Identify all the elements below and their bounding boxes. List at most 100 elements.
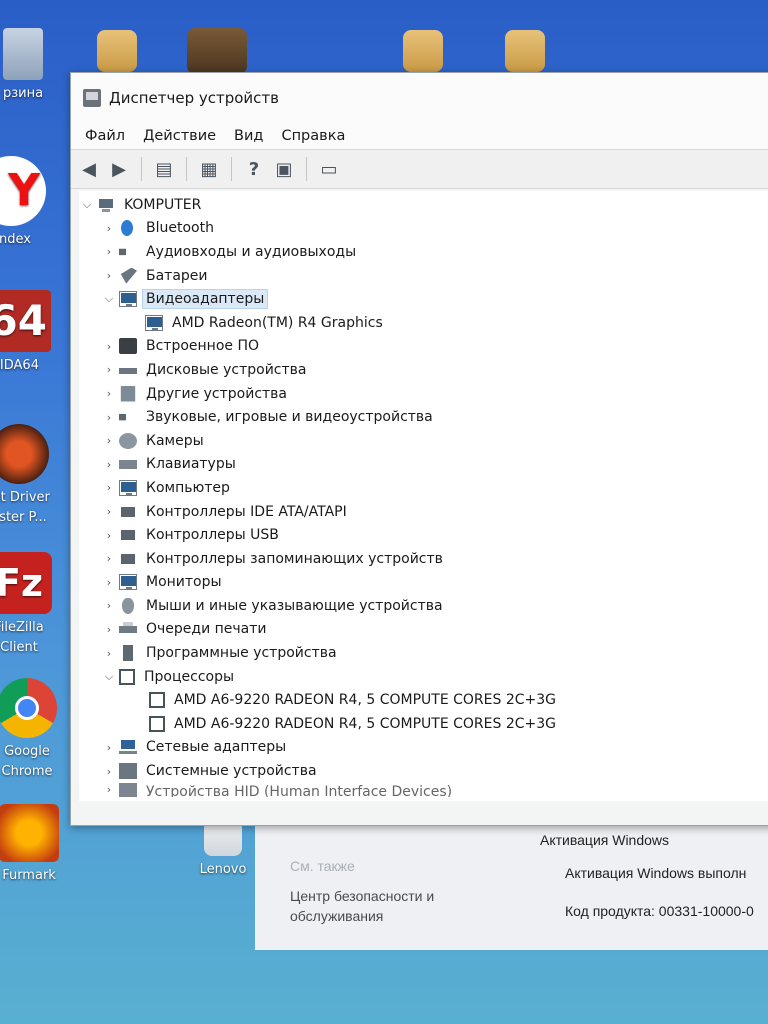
tree-item-label: Батареи xyxy=(146,267,208,284)
tree-item-system-devices[interactable]: › Системные устройства xyxy=(79,759,768,783)
chevron-right-icon[interactable]: › xyxy=(101,363,117,376)
chevron-right-icon[interactable]: › xyxy=(101,599,117,612)
tree-item-processors[interactable]: ⌵ Процессоры xyxy=(79,665,768,689)
tree-item-label: Встроенное ПО xyxy=(146,338,260,355)
device-manager-window: Диспетчер устройств Файл Действие Вид Сп… xyxy=(70,72,768,826)
desktop-icon-chrome[interactable]: Google Chrome xyxy=(0,678,64,782)
tree-item-label: Контроллеры USB xyxy=(146,527,279,544)
chevron-right-icon[interactable]: › xyxy=(101,623,117,636)
tree-item-software-devices[interactable]: › Программные устройства xyxy=(79,641,768,665)
tree-item-mice[interactable]: › Мыши и иные указывающие устройства xyxy=(79,594,768,618)
help-icon[interactable]: ? xyxy=(242,157,266,181)
tree-device-cpu-2[interactable]: AMD A6-9220 RADEON R4, 5 COMPUTE CORES 2… xyxy=(79,712,768,736)
chrome-icon xyxy=(0,678,57,738)
chevron-right-icon[interactable]: › xyxy=(101,387,117,400)
tree-item-cameras[interactable]: › Камеры xyxy=(79,429,768,453)
tree-item-label: Сетевые адаптеры xyxy=(146,739,287,756)
menu-view[interactable]: Вид xyxy=(234,128,263,144)
desktop-icon-driver-booster[interactable]: Bit Driver oster P... xyxy=(0,424,56,528)
tree-item-label: Камеры xyxy=(146,432,204,449)
desktop-icon-recycle-bin[interactable]: рзина xyxy=(0,28,60,104)
tree-item-audio-io[interactable]: › Аудиовходы и аудиовыходы xyxy=(79,240,768,264)
aida64-icon: 64 xyxy=(0,290,51,352)
back-arrow-icon[interactable]: ◀ xyxy=(77,157,101,181)
tree-item-label: AMD A6-9220 RADEON R4, 5 COMPUTE CORES 2… xyxy=(174,692,556,709)
chevron-right-icon[interactable]: › xyxy=(101,529,117,542)
desktop-icon-filezilla[interactable]: Fz FileZilla Client xyxy=(0,552,56,658)
tree-item-network-adapters[interactable]: › Сетевые адаптеры xyxy=(79,736,768,760)
scan-hardware-icon[interactable]: ▭ xyxy=(317,157,341,181)
desktop-icon-folder-1[interactable] xyxy=(80,30,154,76)
chevron-right-icon[interactable]: › xyxy=(101,411,117,424)
desktop-icon-archive[interactable] xyxy=(180,28,254,78)
tree-item-label: Устройства HID (Human Interface Devices) xyxy=(146,783,453,797)
chevron-right-icon[interactable]: › xyxy=(101,576,117,589)
menu-help[interactable]: Справка xyxy=(281,128,345,144)
desktop-icon-lenovo[interactable]: Lenovo xyxy=(186,820,260,880)
chevron-right-icon[interactable]: › xyxy=(101,434,117,447)
properties-icon[interactable]: ▤ xyxy=(152,157,176,181)
archive-icon xyxy=(187,28,247,74)
toolbar: ◀ ▶ ▤ ▦ ? ▣ ▭ xyxy=(71,149,768,189)
chevron-right-icon[interactable]: › xyxy=(101,458,117,471)
tree-device-cpu-1[interactable]: AMD A6-9220 RADEON R4, 5 COMPUTE CORES 2… xyxy=(79,688,768,712)
tree-item-label: Процессоры xyxy=(144,668,235,685)
security-center-link-1[interactable]: Центр безопасности и xyxy=(290,888,434,904)
processor-icon xyxy=(149,692,165,709)
tree-item-batteries[interactable]: › Батареи xyxy=(79,264,768,288)
tree-item-label: Мыши и иные указывающие устройства xyxy=(146,597,443,614)
chevron-right-icon[interactable]: › xyxy=(101,340,117,353)
chevron-down-icon[interactable]: ⌵ xyxy=(79,198,95,212)
chevron-right-icon[interactable]: › xyxy=(101,481,117,494)
desktop-icon-folder-2[interactable] xyxy=(386,30,460,76)
menu-action[interactable]: Действие xyxy=(143,128,216,144)
display-adapter-icon xyxy=(119,291,137,308)
chevron-down-icon[interactable]: ⌵ xyxy=(101,292,117,306)
tree-item-display-adapters[interactable]: ⌵ Видеоадаптеры xyxy=(79,287,768,311)
hid-icon xyxy=(119,782,137,797)
desktop-icon-yandex[interactable]: Y andex xyxy=(0,156,48,250)
tree-item-label: Мониторы xyxy=(146,574,222,591)
tree-item-storage-controllers[interactable]: › Контроллеры запоминающих устройств xyxy=(79,547,768,571)
tree-item-hid[interactable]: › Устройства HID (Human Interface Device… xyxy=(79,782,768,797)
tree-item-ide-controllers[interactable]: › Контроллеры IDE ATA/ATAPI xyxy=(79,500,768,524)
tree-root[interactable]: ⌵ KOMPUTER xyxy=(79,193,768,217)
chevron-right-icon[interactable]: › xyxy=(101,647,117,660)
tree-item-usb-controllers[interactable]: › Контроллеры USB xyxy=(79,523,768,547)
tree-item-bluetooth[interactable]: › Bluetooth xyxy=(79,217,768,241)
update-driver-icon[interactable]: ▦ xyxy=(197,157,221,181)
activation-status: Активация Windows выполн xyxy=(565,865,747,881)
system-properties-window: Активация Windows См. также Активация Wi… xyxy=(255,820,768,950)
tree-item-monitors[interactable]: › Мониторы xyxy=(79,571,768,595)
chevron-right-icon[interactable]: › xyxy=(101,245,117,258)
tree-item-sound-video-game[interactable]: › Звуковые, игровые и видеоустройства xyxy=(79,405,768,429)
tree-item-label: Дисковые устройства xyxy=(146,361,307,378)
tree-item-firmware[interactable]: › Встроенное ПО xyxy=(79,335,768,359)
security-center-link-2[interactable]: обслуживания xyxy=(290,908,383,924)
chevron-right-icon[interactable]: › xyxy=(101,741,117,754)
tree-item-other-devices[interactable]: › Другие устройства xyxy=(79,382,768,406)
tree-item-keyboards[interactable]: › Клавиатуры xyxy=(79,453,768,477)
desktop-icon-furmark[interactable]: Furmark xyxy=(0,804,66,886)
show-hidden-icon[interactable]: ▣ xyxy=(272,157,296,181)
yandex-icon: Y xyxy=(0,156,46,226)
tree-device-gpu[interactable]: AMD Radeon(TM) R4 Graphics xyxy=(79,311,768,335)
tree-item-computer[interactable]: › Компьютер xyxy=(79,476,768,500)
desktop-icon-aida64[interactable]: 64 AIDA64 xyxy=(0,290,52,376)
speaker-icon xyxy=(119,243,134,260)
chevron-right-icon[interactable]: › xyxy=(101,783,117,796)
tree-item-print-queues[interactable]: › Очереди печати xyxy=(79,618,768,642)
chevron-right-icon[interactable]: › xyxy=(101,269,117,282)
unknown-device-icon xyxy=(120,385,136,402)
desktop-icon-folder-3[interactable] xyxy=(488,30,562,76)
chevron-right-icon[interactable]: › xyxy=(101,765,117,778)
chevron-right-icon[interactable]: › xyxy=(101,222,117,235)
chevron-down-icon[interactable]: ⌵ xyxy=(101,670,117,684)
tree-item-disk-drives[interactable]: › Дисковые устройства xyxy=(79,358,768,382)
chevron-right-icon[interactable]: › xyxy=(101,552,117,565)
menu-file[interactable]: Файл xyxy=(85,128,125,144)
chevron-right-icon[interactable]: › xyxy=(101,505,117,518)
forward-arrow-icon[interactable]: ▶ xyxy=(107,157,131,181)
driver-booster-icon xyxy=(0,424,49,484)
title-bar[interactable]: Диспетчер устройств xyxy=(71,73,768,123)
